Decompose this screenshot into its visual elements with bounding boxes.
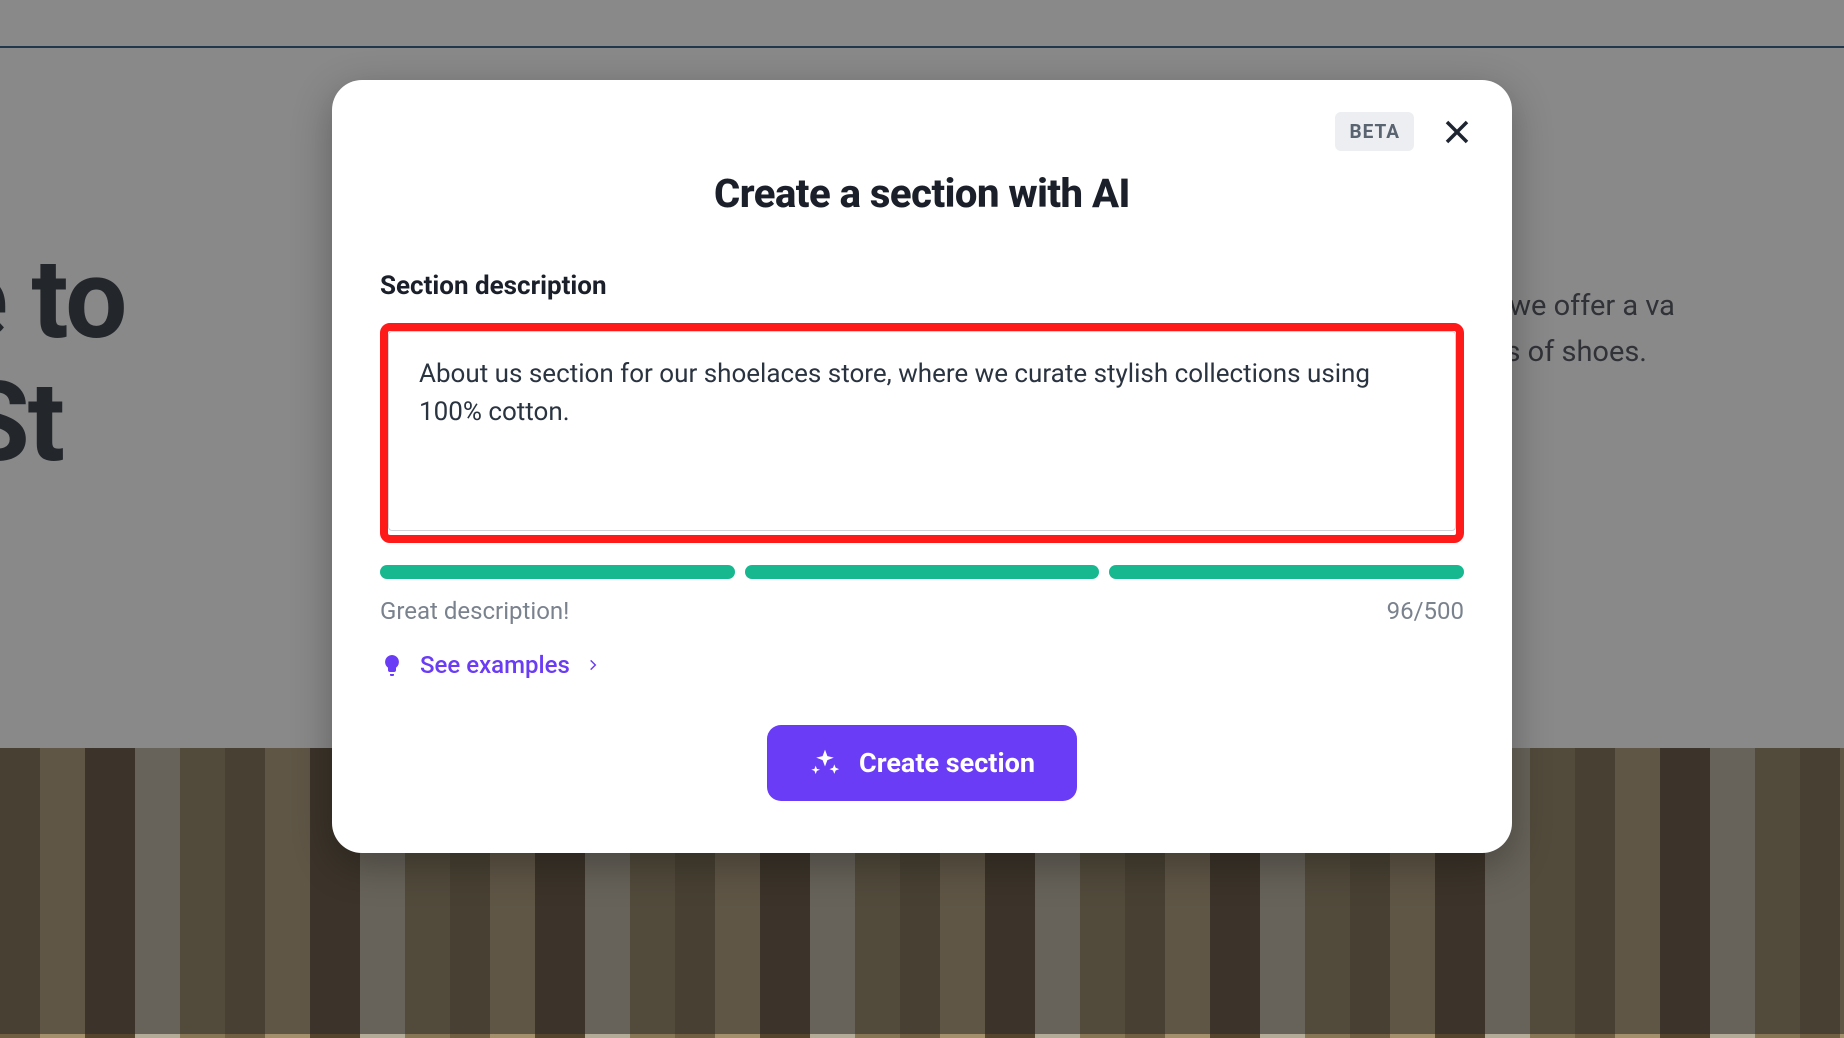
see-examples-label: See examples: [420, 651, 570, 679]
see-examples-link[interactable]: See examples: [380, 651, 600, 679]
section-description-label: Section description: [380, 271, 1464, 301]
section-description-highlight: [380, 323, 1464, 543]
create-section-label: Create section: [859, 747, 1035, 779]
strength-segment: [380, 565, 735, 579]
strength-segment: [745, 565, 1100, 579]
create-section-modal: BETA Create a section with AI Section de…: [332, 80, 1512, 853]
description-strength-meter: [380, 565, 1464, 579]
beta-badge: BETA: [1335, 112, 1414, 151]
close-button[interactable]: [1438, 113, 1476, 151]
modal-title: Create a section with AI: [380, 170, 1464, 217]
section-description-input[interactable]: [388, 331, 1456, 531]
description-char-count: 96/500: [1387, 597, 1464, 625]
sparkle-icon: [809, 747, 841, 779]
description-feedback-row: Great description! 96/500: [380, 597, 1464, 625]
close-icon: [1442, 117, 1472, 147]
lightbulb-icon: [380, 653, 404, 677]
modal-header-actions: BETA: [1335, 112, 1476, 151]
description-feedback-text: Great description!: [380, 597, 569, 625]
chevron-right-icon: [586, 658, 600, 672]
create-section-button[interactable]: Create section: [767, 725, 1077, 801]
strength-segment: [1109, 565, 1464, 579]
